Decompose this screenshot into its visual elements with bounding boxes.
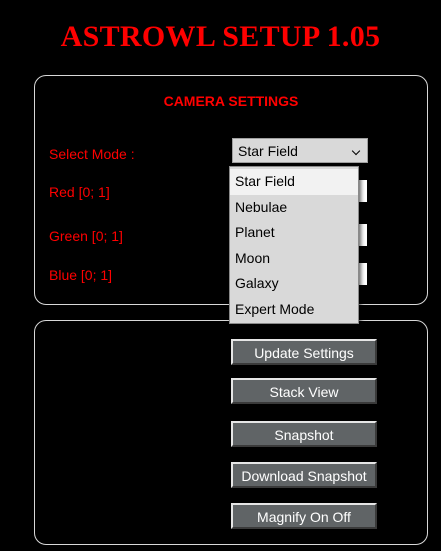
mode-dropdown-list: Star Field Nebulae Planet Moon Galaxy Ex… xyxy=(229,166,359,324)
update-settings-button[interactable]: Update Settings xyxy=(231,339,377,365)
green-label: Green [0; 1] xyxy=(49,228,123,244)
red-label: Red [0; 1] xyxy=(49,184,110,200)
mode-option-moon[interactable]: Moon xyxy=(230,246,358,272)
chevron-down-icon xyxy=(351,146,361,156)
mode-select[interactable]: Star Field xyxy=(232,138,368,163)
camera-settings-heading: CAMERA SETTINGS xyxy=(163,93,299,109)
snapshot-button[interactable]: Snapshot xyxy=(231,421,377,447)
stack-view-button[interactable]: Stack View xyxy=(231,378,377,404)
mode-option-planet[interactable]: Planet xyxy=(230,220,358,246)
mode-option-star-field[interactable]: Star Field xyxy=(230,169,358,195)
magnify-button[interactable]: Magnify On Off xyxy=(231,503,377,529)
mode-option-nebulae[interactable]: Nebulae xyxy=(230,195,358,221)
download-snapshot-button[interactable]: Download Snapshot xyxy=(231,462,377,488)
mode-select-value: Star Field xyxy=(238,143,298,159)
select-mode-label: Select Mode : xyxy=(49,146,135,162)
actions-panel: Update Settings Stack View Snapshot Down… xyxy=(34,320,428,545)
mode-option-galaxy[interactable]: Galaxy xyxy=(230,271,358,297)
blue-label: Blue [0; 1] xyxy=(49,267,113,283)
mode-option-expert-mode[interactable]: Expert Mode xyxy=(230,297,358,323)
app-title: ASTROWL SETUP 1.05 xyxy=(60,20,381,53)
